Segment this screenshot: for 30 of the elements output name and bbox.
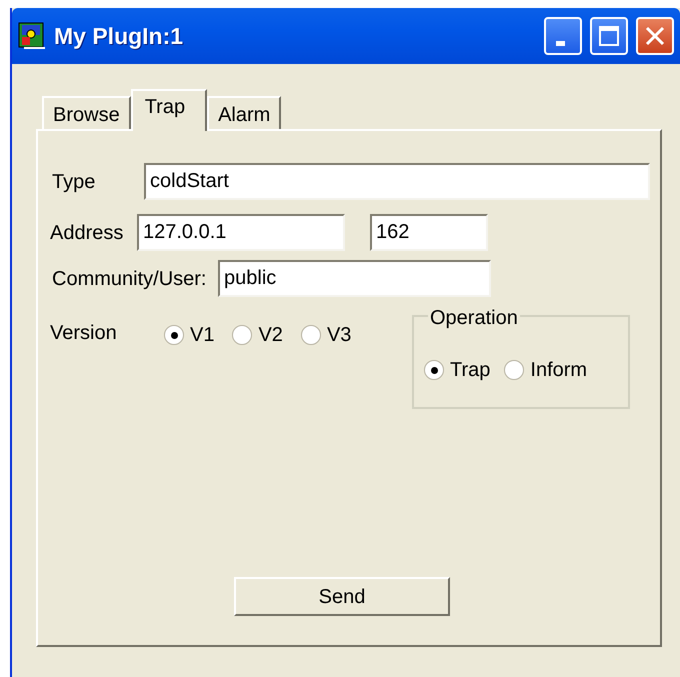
radio-button[interactable] <box>504 360 524 380</box>
address-field[interactable]: 127.0.0.1 <box>137 214 345 251</box>
address-label: Address <box>50 220 124 246</box>
radio-button[interactable] <box>424 360 444 380</box>
radio-label: V2 <box>258 323 283 348</box>
tab[interactable]: Alarm <box>207 96 282 129</box>
radio-label: V3 <box>326 323 352 348</box>
window-title: My PlugIn:1 <box>54 22 184 51</box>
maximize-button[interactable] <box>590 17 628 55</box>
radio-label: Inform <box>530 358 588 383</box>
radio-label: Trap <box>450 358 490 383</box>
tab[interactable]: Trap <box>130 89 208 131</box>
type-field[interactable]: coldStart <box>144 163 650 200</box>
radio-button[interactable] <box>300 325 321 345</box>
type-label: Type <box>52 170 96 194</box>
radio-label: V1 <box>190 323 214 348</box>
close-button[interactable] <box>636 17 674 55</box>
maximize-icon <box>598 25 620 47</box>
tab[interactable]: Browse <box>42 96 131 129</box>
close-icon <box>644 25 666 47</box>
version-label: Version <box>50 321 118 346</box>
send-button[interactable]: Send <box>234 577 450 616</box>
minimize-button[interactable] <box>544 17 582 55</box>
minimize-icon <box>556 40 564 46</box>
app-icon <box>18 22 46 50</box>
radio-button[interactable] <box>232 325 252 345</box>
community-field[interactable]: public <box>218 260 491 297</box>
community-label: Community/User: <box>52 266 208 292</box>
radio-button[interactable] <box>164 325 184 345</box>
port-field[interactable]: 162 <box>370 214 488 251</box>
